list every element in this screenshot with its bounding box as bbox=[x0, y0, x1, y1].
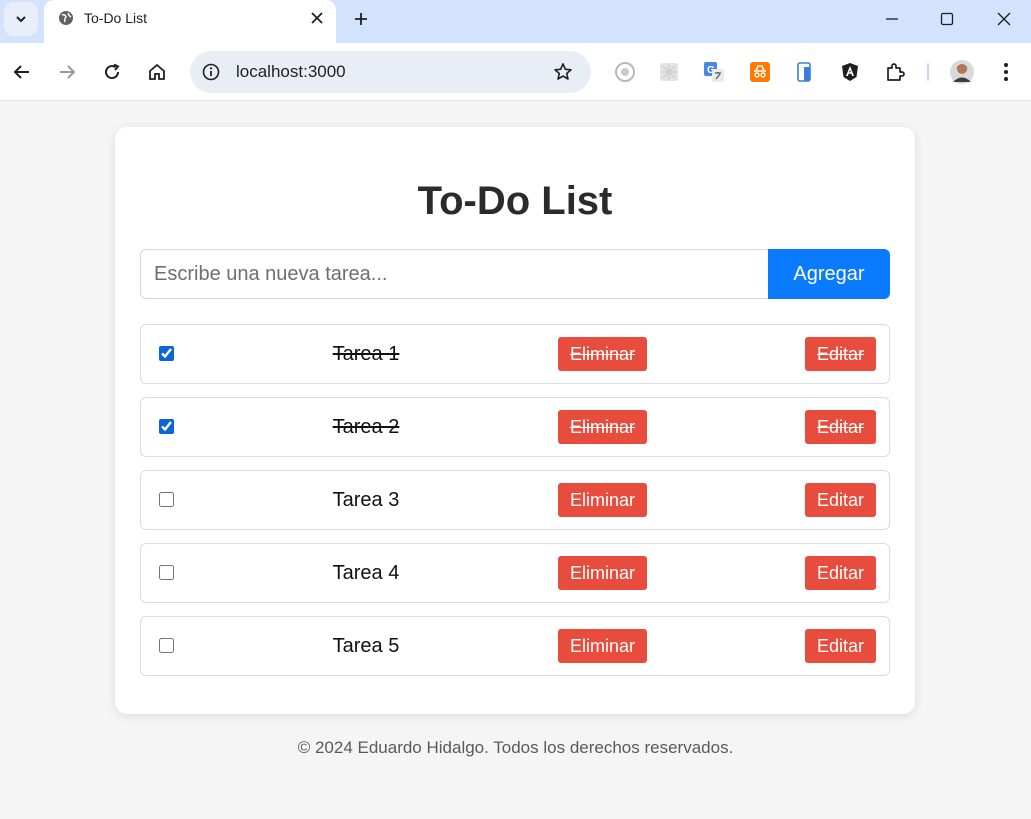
edit-task-button[interactable]: Editar bbox=[805, 483, 876, 517]
browser-tab[interactable]: To-Do List bbox=[44, 0, 336, 43]
task-item: Tarea 4 Eliminar Editar bbox=[140, 543, 890, 603]
minimize-icon[interactable] bbox=[881, 8, 903, 30]
edit-task-button[interactable]: Editar bbox=[805, 337, 876, 371]
new-task-input[interactable] bbox=[140, 249, 769, 299]
info-icon[interactable] bbox=[202, 63, 220, 81]
task-label: Tarea 5 bbox=[332, 635, 400, 657]
star-icon[interactable] bbox=[553, 62, 573, 82]
task-checkbox[interactable] bbox=[159, 638, 174, 653]
globe-icon bbox=[58, 10, 74, 26]
browser-toolbar: localhost:3000 G bbox=[0, 43, 1031, 101]
tab-search-icon[interactable] bbox=[4, 2, 38, 36]
task-checkbox[interactable] bbox=[159, 419, 174, 434]
extensions-icon[interactable] bbox=[883, 60, 907, 84]
add-task-button[interactable]: Agregar bbox=[768, 249, 890, 299]
kebab-menu-icon[interactable] bbox=[994, 60, 1018, 84]
page-title: To-Do List bbox=[417, 179, 613, 223]
close-icon[interactable] bbox=[308, 9, 326, 27]
task-item: Tarea 2 Eliminar Editar bbox=[140, 397, 890, 457]
task-label: Tarea 3 bbox=[332, 489, 400, 511]
reload-icon[interactable] bbox=[99, 59, 125, 85]
edit-task-button[interactable]: Editar bbox=[805, 556, 876, 590]
task-item: Tarea 3 Eliminar Editar bbox=[140, 470, 890, 530]
incognito-extension-icon[interactable] bbox=[748, 60, 772, 84]
device-extension-icon[interactable] bbox=[792, 60, 816, 84]
task-checkbox[interactable] bbox=[159, 492, 174, 507]
task-checkbox[interactable] bbox=[159, 346, 174, 361]
tab-strip: To-Do List bbox=[0, 0, 1031, 43]
footer-copyright: © 2024 Eduardo Hidalgo. Todos los derech… bbox=[297, 738, 734, 757]
delete-task-button[interactable]: Eliminar bbox=[558, 483, 647, 517]
pattern-extension-icon[interactable] bbox=[657, 60, 681, 84]
todo-card: To-Do List Agregar Tarea 1 Eliminar Edit… bbox=[115, 127, 915, 714]
forward-icon[interactable] bbox=[54, 59, 80, 85]
home-icon[interactable] bbox=[144, 59, 170, 85]
back-icon[interactable] bbox=[9, 59, 35, 85]
task-checkbox[interactable] bbox=[159, 565, 174, 580]
delete-task-button[interactable]: Eliminar bbox=[558, 337, 647, 371]
url-text[interactable]: localhost:3000 bbox=[236, 62, 346, 82]
task-label: Tarea 1 bbox=[332, 343, 400, 365]
delete-task-button[interactable]: Eliminar bbox=[558, 410, 647, 444]
record-extension-icon[interactable] bbox=[613, 60, 637, 84]
toolbar-separator bbox=[927, 63, 929, 81]
translate-icon[interactable]: G bbox=[702, 60, 726, 84]
edit-task-button[interactable]: Editar bbox=[805, 410, 876, 444]
profile-avatar[interactable] bbox=[950, 60, 974, 84]
maximize-icon[interactable] bbox=[936, 8, 958, 30]
delete-task-button[interactable]: Eliminar bbox=[558, 629, 647, 663]
window-close-icon[interactable] bbox=[993, 8, 1015, 30]
address-bar[interactable]: localhost:3000 bbox=[190, 51, 591, 93]
angular-extension-icon[interactable] bbox=[838, 60, 862, 84]
delete-task-button[interactable]: Eliminar bbox=[558, 556, 647, 590]
plus-icon[interactable] bbox=[350, 8, 372, 30]
task-item: Tarea 1 Eliminar Editar bbox=[140, 324, 890, 384]
edit-task-button[interactable]: Editar bbox=[805, 629, 876, 663]
task-label: Tarea 4 bbox=[332, 562, 400, 584]
tab-title: To-Do List bbox=[84, 10, 148, 26]
task-item: Tarea 5 Eliminar Editar bbox=[140, 616, 890, 676]
task-label: Tarea 2 bbox=[332, 416, 400, 438]
